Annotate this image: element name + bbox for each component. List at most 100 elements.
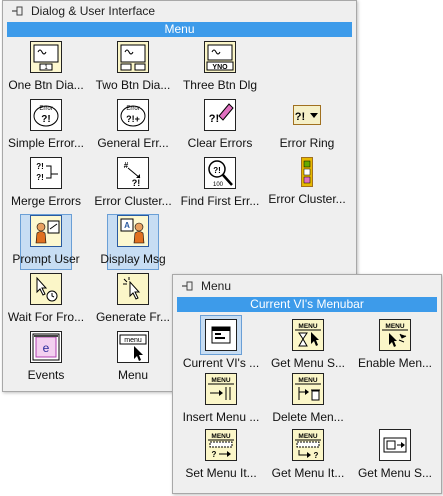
- wait-for-front-panel-icon: [30, 273, 62, 305]
- item-label: Find First Err...: [180, 194, 260, 208]
- item-label: Wait For Fro...: [7, 310, 85, 324]
- subpalette-item-insert-menu-items[interactable]: MENU Insert Menu ...: [178, 373, 264, 429]
- item-label: Generate Fr...: [95, 310, 171, 324]
- palette-item-one-btn-dialog[interactable]: 1 One Btn Dia...: [3, 41, 89, 97]
- error-ring-icon: ?!: [293, 105, 321, 125]
- pushpin-icon[interactable]: [181, 279, 195, 293]
- item-label: Prompt User: [12, 252, 80, 266]
- item-label: Set Menu It...: [185, 466, 257, 480]
- item-label: Menu: [117, 368, 149, 382]
- two-button-dialog-icon: [117, 41, 149, 73]
- palette-item-error-ring[interactable]: ?! Error Ring: [264, 99, 350, 155]
- subpalette-title: Menu: [201, 279, 232, 293]
- subpalette-item-get-menu-selection[interactable]: MENU Get Menu S...: [265, 319, 351, 375]
- delete-menu-items-icon: MENU: [292, 373, 324, 405]
- item-label: Delete Men...: [272, 410, 344, 424]
- item-label: Get Menu It...: [271, 466, 345, 480]
- item-label: Display Msg: [100, 252, 166, 266]
- svg-text:Error: Error: [126, 106, 139, 112]
- category-header-current-vi-menubar[interactable]: Current VI's Menubar: [177, 297, 437, 312]
- subpalette-item-get-menu-item-info[interactable]: MENU ? Get Menu It...: [265, 429, 351, 485]
- item-label: Get Menu S...: [357, 466, 433, 480]
- current-vi-menubar-icon: [205, 319, 237, 351]
- general-error-handler-icon: Error ?!+: [117, 99, 149, 131]
- svg-text:YNO: YNO: [212, 64, 228, 71]
- enable-menu-tracking-icon: MENU: [379, 319, 411, 351]
- item-label: Error Cluster...: [94, 194, 172, 208]
- palette-item-simple-error-handler[interactable]: Error ?! Simple Error...: [3, 99, 89, 155]
- svg-text:?!: ?!: [132, 178, 141, 188]
- palette-item-error-cluster-constant[interactable]: Error Cluster...: [264, 157, 350, 213]
- svg-text:menu: menu: [124, 337, 142, 344]
- pushpin-icon[interactable]: [11, 4, 25, 18]
- item-label: Enable Men...: [357, 356, 433, 370]
- get-menu-item-info-icon: MENU ?: [292, 429, 324, 461]
- item-label: Merge Errors: [10, 194, 81, 208]
- svg-text:100: 100: [213, 182, 224, 188]
- display-message-icon: A: [117, 215, 149, 247]
- palette-item-display-msg[interactable]: A Display Msg: [90, 215, 176, 271]
- item-label: Clear Errors: [187, 136, 253, 150]
- palette-item-error-cluster-from-code[interactable]: # ?! Error Cluster...: [90, 157, 176, 213]
- subpalette-item-enable-menu-tracking[interactable]: MENU Enable Men...: [352, 319, 438, 375]
- subpalette-item-set-menu-item-info[interactable]: MENU ? Set Menu It...: [178, 429, 264, 485]
- palette-item-clear-errors[interactable]: ?! Clear Errors: [177, 99, 263, 155]
- palette-item-general-error-handler[interactable]: Error ?!+ General Err...: [90, 99, 176, 155]
- palette-item-two-btn-dialog[interactable]: Two Btn Dia...: [90, 41, 176, 97]
- svg-text:MENU: MENU: [385, 323, 404, 330]
- set-menu-item-info-icon: MENU ?: [205, 429, 237, 461]
- item-label: One Btn Dia...: [8, 78, 84, 92]
- merge-errors-icon: ?! ?!: [30, 157, 62, 189]
- item-label: Two Btn Dia...: [95, 78, 171, 92]
- palette-item-generate-front-panel-activity[interactable]: Generate Fr...: [90, 273, 176, 329]
- insert-menu-items-icon: MENU: [205, 373, 237, 405]
- svg-text:?: ?: [212, 450, 217, 459]
- get-menu-selection-icon: MENU: [292, 319, 324, 351]
- menu-subpalette: Menu Current VI's Menubar Current VI's .…: [172, 274, 442, 494]
- item-label: Current VI's ...: [182, 356, 260, 370]
- palette-item-three-btn-dialog[interactable]: YNO Three Btn Dlg: [177, 41, 263, 97]
- find-first-error-icon: ?! 100: [204, 157, 236, 189]
- palette-item-prompt-user[interactable]: Prompt User: [3, 215, 89, 271]
- svg-text:?!: ?!: [41, 114, 50, 125]
- svg-text:MENU: MENU: [298, 323, 317, 330]
- subpalette-item-get-menu-shortcut-info[interactable]: Get Menu S...: [352, 429, 438, 485]
- svg-text:MENU: MENU: [211, 433, 230, 440]
- palette-item-merge-errors[interactable]: ?! ?! Merge Errors: [3, 157, 89, 213]
- palette-item-wait-for-front-panel[interactable]: Wait For Fro...: [3, 273, 89, 329]
- svg-text:?!+: ?!+: [126, 114, 140, 124]
- svg-text:?!: ?!: [36, 173, 44, 182]
- item-label: Insert Menu ...: [182, 410, 260, 424]
- svg-text:?!: ?!: [209, 113, 219, 125]
- palette-item-events[interactable]: e Events: [3, 331, 89, 387]
- item-label: Error Ring: [279, 136, 335, 150]
- palette-item-find-first-error[interactable]: ?! 100 Find First Err...: [177, 157, 263, 213]
- svg-text:Error: Error: [39, 106, 52, 112]
- item-label: Simple Error...: [7, 136, 85, 150]
- category-header-menu[interactable]: Menu: [7, 22, 352, 37]
- item-label: Get Menu S...: [270, 356, 346, 370]
- svg-text:?!: ?!: [36, 162, 44, 171]
- svg-text:?: ?: [314, 451, 319, 460]
- svg-text:MENU: MENU: [298, 377, 317, 384]
- svg-text:MENU: MENU: [211, 377, 230, 384]
- palette-item-menu[interactable]: menu Menu: [90, 331, 176, 387]
- item-label: Error Cluster...: [268, 192, 346, 206]
- three-button-dialog-icon: YNO: [204, 41, 236, 73]
- one-button-dialog-icon: 1: [30, 41, 62, 73]
- get-menu-shortcut-info-icon: [379, 429, 411, 461]
- item-label: Three Btn Dlg: [182, 78, 258, 92]
- item-label: General Err...: [97, 136, 169, 150]
- generate-front-panel-activity-icon: [117, 273, 149, 305]
- palette-titlebar[interactable]: Dialog & User Interface: [3, 1, 356, 21]
- error-cluster-constant-icon: [301, 157, 313, 187]
- subpalette-item-delete-menu-items[interactable]: MENU Delete Men...: [265, 373, 351, 429]
- clear-errors-icon: ?!: [204, 99, 236, 131]
- simple-error-handler-icon: Error ?!: [30, 99, 62, 131]
- subpalette-item-current-vi-menubar[interactable]: Current VI's ...: [178, 319, 264, 375]
- svg-text:?!: ?!: [213, 166, 221, 175]
- subpalette-titlebar[interactable]: Menu: [173, 275, 441, 297]
- svg-text:?!: ?!: [295, 111, 305, 123]
- svg-text:A: A: [124, 221, 130, 230]
- svg-text:e: e: [43, 341, 50, 355]
